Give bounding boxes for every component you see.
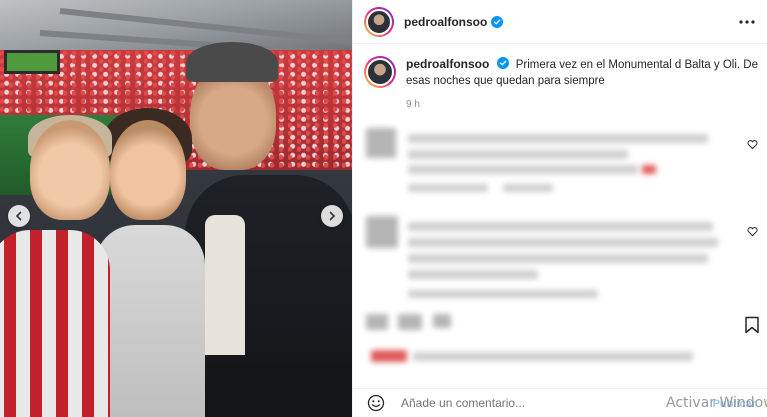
comment-meta-blurred	[408, 184, 488, 192]
comment-text-blurred	[408, 238, 718, 247]
verified-badge-icon	[496, 57, 509, 69]
comment-text-blurred	[408, 254, 708, 263]
comment-meta-blurred	[503, 184, 553, 192]
author-avatar[interactable]	[364, 6, 394, 37]
chevron-right-icon	[329, 211, 336, 221]
comment-text-blurred	[408, 222, 713, 231]
comment-text-blurred	[408, 165, 638, 174]
emoji-icon[interactable]	[367, 394, 385, 412]
verified-badge-icon	[491, 15, 504, 28]
chevron-left-icon	[15, 211, 22, 221]
action-icon-blurred	[398, 314, 422, 330]
caption-username[interactable]: pedroalfonsoo	[406, 57, 489, 71]
boy-jersey	[0, 230, 110, 417]
comment-text-blurred	[408, 270, 538, 279]
girl-face	[110, 120, 186, 220]
caption-avatar[interactable]	[364, 56, 396, 88]
heart-icon[interactable]	[747, 226, 758, 237]
action-icon-blurred	[366, 314, 388, 330]
carousel-next-button[interactable]	[321, 205, 343, 227]
post-timestamp[interactable]: 9 h	[406, 97, 759, 113]
comment-meta-blurred	[408, 290, 598, 298]
comment-text-blurred	[408, 150, 628, 159]
man-shirt	[205, 215, 245, 355]
more-options-icon[interactable]	[738, 13, 756, 31]
author-username[interactable]: pedroalfonsoo	[404, 15, 487, 29]
likes-text-blurred	[413, 352, 693, 361]
action-icon-blurred	[433, 314, 451, 328]
heart-icon[interactable]	[747, 139, 758, 150]
boy-face	[30, 120, 110, 220]
post-photo[interactable]	[0, 0, 352, 417]
likes-avatars-blurred	[371, 350, 407, 362]
scoreboard	[4, 50, 60, 74]
girl-body	[95, 225, 205, 417]
carousel-prev-button[interactable]	[8, 205, 30, 227]
comment-emoji-blurred	[642, 165, 656, 174]
comment-input[interactable]	[401, 396, 601, 410]
windows-activation-watermark: Activar Windows	[666, 395, 767, 411]
post-caption: pedroalfonsoo Primera vez en el Monument…	[364, 56, 759, 113]
post-header: pedroalfonsoo	[353, 0, 767, 44]
comment-text-blurred	[408, 134, 708, 143]
instagram-post-modal: pedroalfonsoo pedroalfonsoo Primera vez …	[0, 0, 767, 417]
comment-avatar	[366, 128, 396, 158]
post-side-panel: pedroalfonsoo pedroalfonsoo Primera vez …	[352, 0, 767, 417]
bookmark-icon[interactable]	[744, 316, 760, 334]
man-cap	[186, 42, 278, 82]
comment-avatar	[366, 216, 398, 248]
